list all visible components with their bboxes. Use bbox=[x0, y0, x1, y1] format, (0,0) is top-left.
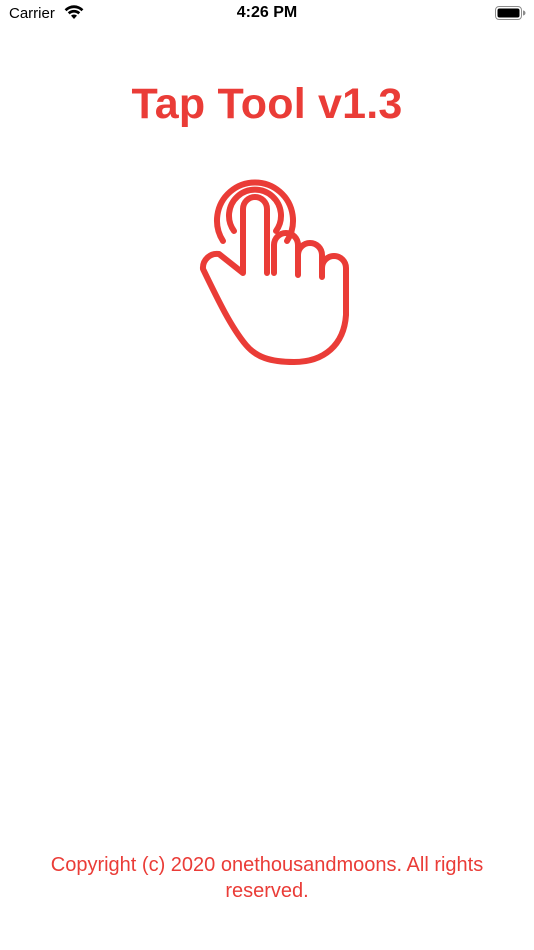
copyright-text: Copyright (c) 2020 onethousandmoons. All… bbox=[50, 854, 484, 902]
app-title: Tap Tool v1.3 bbox=[131, 80, 403, 128]
status-bar: Carrier 4:26 PM bbox=[0, 0, 534, 28]
status-time: 4:26 PM bbox=[236, 4, 298, 21]
battery-icon bbox=[495, 6, 526, 20]
tap-hand-icon bbox=[199, 179, 349, 365]
